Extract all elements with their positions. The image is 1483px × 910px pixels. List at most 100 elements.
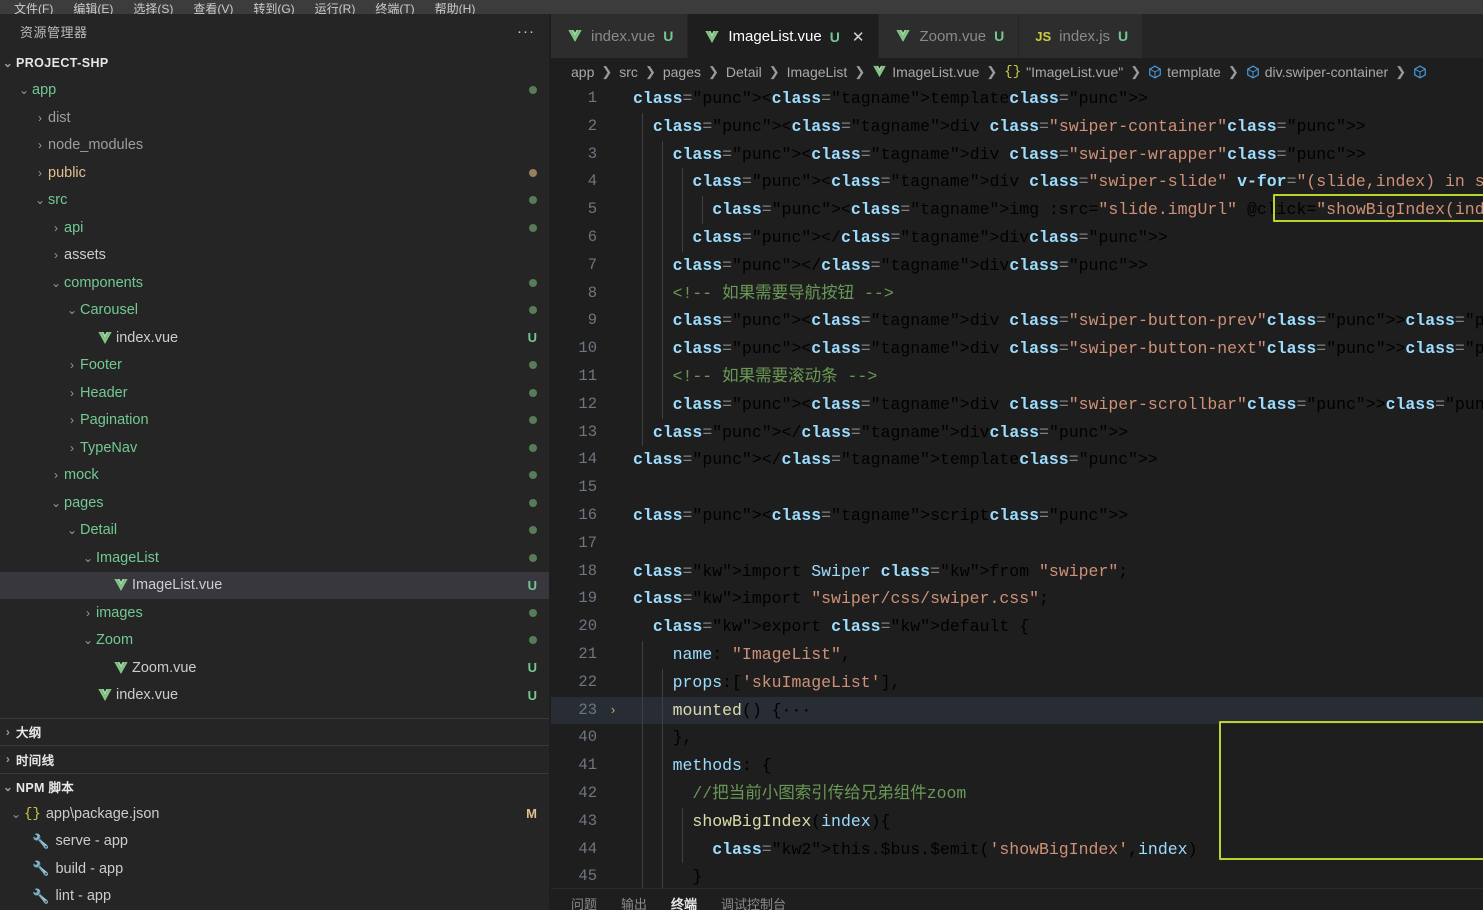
breadcrumb-item-3[interactable]: Detail [726,64,762,80]
code-line[interactable]: 3 class="punc"><class="tagname">div clas… [551,141,1483,169]
tree-item-footer[interactable]: › Footer [0,352,551,380]
breadcrumb-item-6[interactable]: {} "ImageList.vue" [1004,64,1123,80]
code-line[interactable]: 43 showBigIndex(index){ [551,808,1483,836]
npm-script-2[interactable]: 🔧 lint - app [0,883,551,910]
fold-indicator[interactable]: › [603,697,623,725]
code-line[interactable]: 6 class="punc"></class="tagname">divclas… [551,224,1483,252]
menu-item-7[interactable]: 帮助(H) [425,3,486,14]
tree-item-node-modules[interactable]: › node_modules [0,132,551,160]
code-line[interactable]: 20 class="kw">export class="kw">default … [551,613,1483,641]
tree-item-zoom[interactable]: ⌄ Zoom [0,627,551,655]
menu-item-6[interactable]: 终端(T) [365,3,424,14]
close-icon[interactable]: ✕ [852,28,865,46]
tree-item-assets[interactable]: › assets [0,242,551,270]
panel-tab-3[interactable]: 调试控制台 [721,894,786,910]
folder-status-dot [529,306,537,315]
sidebar-section-1[interactable]: › 时间线 [0,745,551,773]
menu-item-0[interactable]: 文件(F) [4,3,63,14]
tree-item-label: src [48,192,68,209]
npm-script-1[interactable]: 🔧 build - app [0,855,551,883]
code-editor[interactable]: 1 class="punc"><class="tagname">templatec… [551,85,1483,888]
code-line[interactable]: 19 class="kw">import "swiper/css/swiper.c… [551,585,1483,613]
tree-root-project[interactable]: ⌄ PROJECT-SHP [0,49,551,77]
menu-item-4[interactable]: 转到(G) [243,3,304,14]
editor-tab-ImageList-vue[interactable]: ImageList.vue U ✕ [688,14,880,58]
code-line[interactable]: 16 class="punc"><class="tagname">scriptcl… [551,502,1483,530]
code-line[interactable]: 13 class="punc"></class="tagname">divcla… [551,419,1483,447]
menu-item-2[interactable]: 选择(S) [123,3,183,14]
tree-item-app[interactable]: ⌄ app [0,77,551,105]
tree-item-typenav[interactable]: › TypeNav [0,434,551,462]
code-line[interactable]: 8 <!-- 如果需要导航按钮 --> [551,280,1483,308]
tree-item-imagelist-vue[interactable]: ImageList.vue U [0,571,551,599]
tree-item-detail[interactable]: ⌄ Detail [0,517,551,545]
more-actions-icon[interactable]: ··· [517,24,535,39]
menu-item-5[interactable]: 运行(R) [305,3,366,14]
code-line[interactable]: 44 class="kw2">this.$bus.$emit('showBigI… [551,836,1483,864]
code-line[interactable]: 45 } [551,863,1483,888]
code-line[interactable]: 7 class="punc"></class="tagname">divclas… [551,252,1483,280]
tree-item-imagelist[interactable]: ⌄ ImageList [0,544,551,572]
code-line[interactable]: 18 class="kw">import Swiper class="kw">fr… [551,558,1483,586]
editor-tab-index-js[interactable]: JS index.js U [1019,14,1144,58]
tree-item-index-vue[interactable]: index.vue U [0,324,551,352]
code-line[interactable]: 22 props:['skuImageList'], [551,669,1483,697]
tree-item-label: Header [80,384,128,401]
code-line[interactable]: 10 class="punc"><class="tagname">div cla… [551,335,1483,363]
code-line[interactable]: 1 class="punc"><class="tagname">templatec… [551,85,1483,113]
tree-item-api[interactable]: › api [0,214,551,242]
sidebar-section-2[interactable]: ⌄ NPM 脚本 [0,772,551,801]
tree-item-src[interactable]: ⌄ src [0,187,551,215]
tree-item-pagination[interactable]: › Pagination [0,407,551,435]
code-line[interactable]: 42 //把当前小图索引传给兄弟组件zoom [551,780,1483,808]
breadcrumb[interactable]: app ❯ src ❯ pages ❯ Detail ❯ ImageList ❯ ImageList… [551,58,1483,85]
breadcrumb-item-7[interactable]: template [1148,64,1221,80]
code-text: name: "ImageList", [672,644,851,664]
code-line[interactable]: 40 }, [551,724,1483,752]
tree-item-pages[interactable]: ⌄ pages [0,489,551,517]
panel-tab-0[interactable]: 问题 [571,894,597,910]
breadcrumb-separator-icon: ❯ [854,63,866,79]
code-line[interactable]: 4 class="punc"><class="tagname">div clas… [551,168,1483,196]
breadcrumb-item-5[interactable]: ImageList.vue [872,64,979,80]
sidebar-section-0[interactable]: › 大纲 [0,717,551,746]
code-line[interactable]: 15 [551,474,1483,502]
tree-item-components[interactable]: ⌄ components [0,269,551,297]
code-line[interactable]: 41 methods: { [551,752,1483,780]
code-line[interactable]: 12 class="punc"><class="tagname">div cla… [551,391,1483,419]
tree-item-header[interactable]: › Header [0,379,551,407]
code-text: class="punc"><class="tagname">div class=… [672,144,1366,164]
breadcrumb-item-0[interactable]: app [571,64,594,80]
code-line[interactable]: 11 <!-- 如果需要滚动条 --> [551,363,1483,391]
breadcrumb-item-9[interactable] [1413,64,1432,79]
file-tree[interactable]: ⌄ PROJECT-SHP ⌄ app › dist › node_modules › publi… [0,49,551,718]
code-line[interactable]: 17 [551,530,1483,558]
code-line[interactable]: 2 class="punc"><class="tagname">div clas… [551,113,1483,141]
tree-item-dist[interactable]: › dist [0,104,551,132]
tree-item-public[interactable]: › public [0,159,551,187]
breadcrumb-item-8[interactable]: div.swiper-container [1246,64,1388,80]
tree-item-index-vue[interactable]: index.vue U [0,682,551,710]
code-line[interactable]: 14 class="punc"></class="tagname">templat… [551,446,1483,474]
code-line[interactable]: 23 › mounted() {··· [551,696,1483,725]
breadcrumb-item-4[interactable]: ImageList [787,64,848,80]
npm-script-0[interactable]: 🔧 serve - app [0,828,551,856]
tree-item-zoom-vue[interactable]: Zoom.vue U [0,654,551,682]
breadcrumb-item-2[interactable]: pages [663,64,701,80]
tree-item-label: api [64,219,84,236]
npm-scripts-list[interactable]: ⌄{} app\package.json M 🔧 serve - app 🔧 build -… [0,800,551,910]
tree-item-carousel[interactable]: ⌄ Carousel [0,297,551,325]
tree-item-mock[interactable]: › mock [0,462,551,490]
tree-item-images[interactable]: › images [0,599,551,627]
breadcrumb-item-1[interactable]: src [619,64,638,80]
editor-tab-Zoom-vue[interactable]: Zoom.vue U [879,14,1020,58]
panel-tab-1[interactable]: 输出 [621,894,647,910]
npm-package-json[interactable]: ⌄{} app\package.json M [0,800,551,828]
code-line[interactable]: 5 class="punc"><class="tagname">img :src… [551,196,1483,224]
code-line[interactable]: 9 class="punc"><class="tagname">div clas… [551,307,1483,335]
code-line[interactable]: 21 name: "ImageList", [551,641,1483,669]
menu-item-1[interactable]: 编辑(E) [63,3,123,14]
editor-tab-index-vue[interactable]: index.vue U [551,14,689,58]
panel-tab-2[interactable]: 终端 [671,894,697,910]
menu-item-3[interactable]: 查看(V) [183,3,243,14]
